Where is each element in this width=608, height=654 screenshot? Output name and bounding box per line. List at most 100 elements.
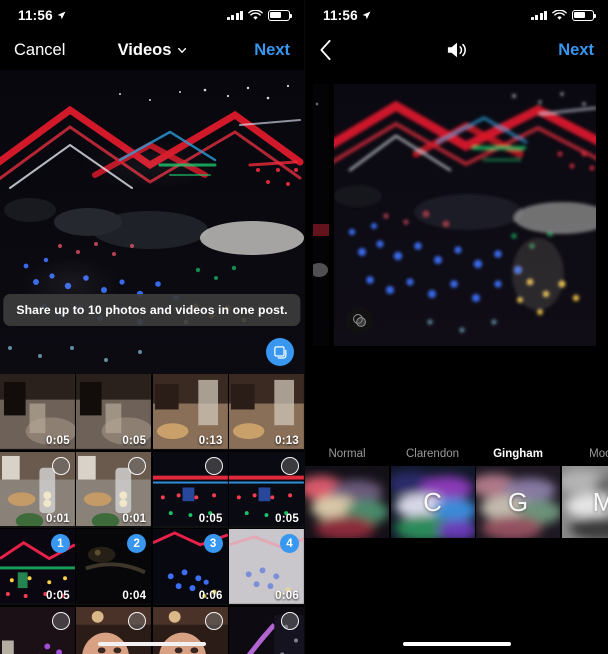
battery-icon [268, 9, 293, 21]
filter-letter-moon: M [562, 466, 608, 538]
dual-screenshot-container: 11:56 Cancel Videos Next Share up to 10 … [0, 0, 608, 654]
duration-label: 0:01 [122, 512, 147, 525]
grid-cell[interactable]: 0:15 [76, 606, 152, 654]
select-toggle[interactable] [204, 456, 223, 475]
next-button-right[interactable]: Next [558, 41, 594, 60]
status-time-right: 11:56 [323, 8, 371, 23]
status-bar-left: 11:56 [0, 0, 304, 30]
grid-cell-selected[interactable]: 0:06 3 [152, 529, 228, 605]
adjacent-media-strip[interactable] [313, 84, 329, 346]
grid-cell[interactable]: 0:13 [229, 374, 304, 450]
status-time-text-right: 11:56 [323, 7, 358, 23]
duration-label: 0:05 [46, 590, 70, 602]
next-button-left[interactable]: Next [254, 41, 290, 60]
duration-label: 0:13 [275, 435, 299, 447]
selection-badge[interactable]: 4 [280, 534, 299, 553]
wifi-icon [248, 9, 263, 20]
album-selector[interactable]: Videos [118, 41, 187, 60]
grid-cell-selected[interactable]: 0:05 1 [0, 529, 75, 605]
left-phone-screen: 11:56 Cancel Videos Next Share up to 10 … [0, 0, 304, 654]
nav-bar-left: Cancel Videos Next [0, 30, 304, 70]
duration-label: 0:05 [275, 512, 299, 525]
grid-cell[interactable]: 0:13 [152, 374, 228, 450]
select-toggle[interactable] [128, 611, 147, 630]
grid-cell[interactable]: 0:05 [0, 374, 75, 450]
status-indicators-left [226, 9, 293, 21]
select-toggle[interactable] [281, 611, 299, 630]
battery-icon [572, 9, 597, 21]
chevron-down-icon [177, 47, 186, 53]
status-indicators-right [530, 9, 597, 21]
filter-letter-clarendon: C [423, 486, 442, 517]
location-arrow-icon [57, 11, 66, 19]
album-title: Videos [117, 40, 172, 59]
preview-image [0, 70, 304, 374]
select-toggle[interactable] [281, 456, 299, 475]
sound-toggle-button[interactable] [445, 40, 469, 60]
status-bar-right: 11:56 [305, 0, 608, 30]
toast-message: Share up to 10 photos and videos in one … [16, 303, 288, 317]
selection-badge[interactable]: 1 [50, 534, 70, 553]
home-indicator-left [98, 641, 206, 646]
preview-image-right [334, 84, 596, 346]
grid-cell[interactable]: 0:05 [152, 451, 228, 528]
grid-cell[interactable]: 0:05 [76, 374, 152, 450]
filter-thumb-normal[interactable] [305, 466, 389, 538]
grid-cell-selected[interactable]: 0:06 4 [229, 529, 304, 605]
filter-thumb-row: C G [305, 466, 608, 538]
duration-label: 0:05 [46, 435, 70, 447]
chevron-left-icon[interactable] [319, 39, 332, 61]
grid-cell[interactable]: 0:01 [76, 451, 152, 528]
duration-label: 0:04 [122, 590, 147, 602]
selection-badge[interactable]: 3 [203, 534, 223, 553]
select-toggle[interactable] [51, 611, 70, 630]
duration-label: 0:06 [198, 590, 223, 602]
selected-media-preview[interactable]: Share up to 10 photos and videos in one … [0, 70, 304, 374]
home-indicator-right [402, 641, 511, 646]
filter-letter-normal [305, 466, 389, 538]
grid-cell-selected[interactable]: 0:04 2 [76, 529, 152, 605]
filter-thumb-clarendon[interactable]: C [390, 466, 475, 538]
grid-cell[interactable]: 0:11 [229, 606, 304, 654]
right-phone-screen: 11:56 Next Normal Clarendon Gingham Mo C… [304, 0, 608, 654]
filter-circles-icon [352, 313, 367, 328]
duration-label: 0:05 [122, 435, 147, 447]
multi-select-toast: Share up to 10 photos and videos in one … [3, 294, 301, 326]
filtered-preview-image[interactable] [334, 84, 596, 346]
grid-cell[interactable]: 0:05 [229, 451, 304, 528]
adjacent-thumbnail [313, 84, 329, 346]
wifi-icon [552, 9, 567, 20]
grid-cell[interactable]: 0:01 [0, 451, 75, 528]
filter-label-gingham[interactable]: Gingham [476, 440, 560, 466]
select-toggle[interactable] [128, 456, 147, 475]
select-toggle[interactable] [204, 611, 223, 630]
speaker-on-icon [447, 42, 466, 58]
grid-cell[interactable]: 0:15 [152, 606, 228, 654]
cellular-bars-icon [530, 10, 547, 20]
multi-select-button[interactable] [266, 338, 294, 366]
duration-label: 0:01 [46, 512, 70, 525]
location-arrow-icon [362, 11, 371, 19]
status-time-left: 11:56 [18, 8, 66, 23]
duration-label: 0:13 [198, 435, 223, 447]
media-grid: 0:05 0:05 0:13 0:13 0:01 0:01 0:05 0:05 … [0, 374, 304, 654]
cancel-button[interactable]: Cancel [14, 41, 65, 60]
duration-label: 0:05 [198, 512, 223, 525]
status-time-text-left: 11:56 [18, 7, 53, 23]
filter-preview-stage [305, 70, 608, 360]
filter-label-normal[interactable]: Normal [305, 440, 389, 466]
duration-label: 0:06 [275, 590, 299, 602]
filter-letter-gingham: G [507, 486, 529, 517]
grid-cell[interactable]: 0:15 [0, 606, 75, 654]
filter-label-moon[interactable]: Moon [562, 440, 608, 466]
filter-carousel: Normal Clarendon Gingham Moon [305, 440, 608, 538]
filter-thumb-gingham[interactable]: G [476, 466, 560, 538]
filter-thumb-moon[interactable]: M [561, 466, 608, 538]
cellular-bars-icon [226, 10, 243, 20]
select-toggle[interactable] [51, 456, 70, 475]
filter-badge-button[interactable] [346, 307, 373, 334]
nav-bar-right: Next [305, 30, 608, 70]
filter-name-row: Normal Clarendon Gingham Moon [305, 440, 608, 466]
filter-label-clarendon[interactable]: Clarendon [391, 440, 475, 466]
multi-select-stack-icon [273, 345, 286, 359]
